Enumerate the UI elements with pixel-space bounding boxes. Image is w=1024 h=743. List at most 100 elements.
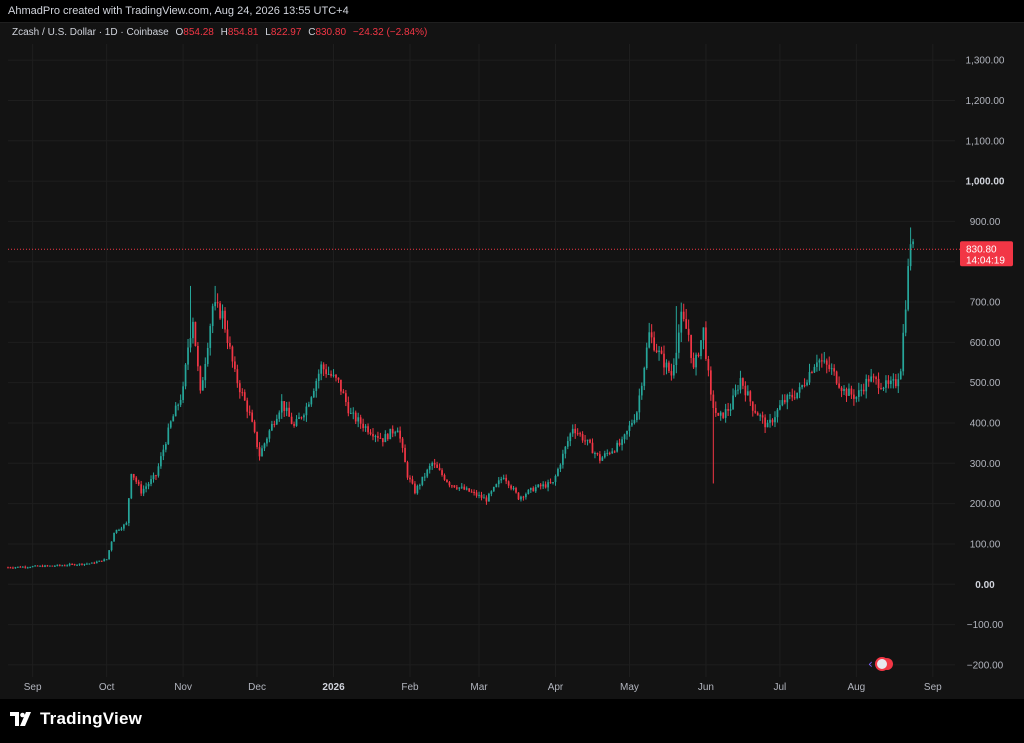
candle [488, 492, 490, 502]
candle [739, 370, 742, 394]
candle [108, 550, 110, 560]
candle [266, 437, 268, 447]
candle [399, 426, 401, 443]
candle [436, 461, 438, 469]
candle [658, 346, 660, 361]
time-axis[interactable]: Sep Oct Nov Dec 2026 Feb Mar Apr May Jun Jul Aug Sep [24, 682, 942, 693]
candle [66, 564, 69, 567]
candle [320, 361, 323, 381]
candle [480, 491, 483, 501]
candle [194, 321, 197, 347]
candle [606, 449, 609, 457]
candle [877, 372, 880, 395]
change-value: −24.32 (−2.84%) [352, 27, 428, 38]
candle [663, 345, 665, 376]
candle [492, 486, 495, 493]
candle [182, 381, 184, 404]
candle [515, 486, 517, 494]
candle [384, 430, 387, 443]
candle [638, 388, 641, 420]
candle [791, 388, 794, 402]
x-tick-label: Dec [248, 682, 266, 693]
candle [246, 397, 249, 419]
candle [808, 363, 811, 385]
candle [268, 429, 271, 443]
candle [280, 394, 283, 419]
candle [206, 342, 209, 367]
candle [179, 394, 182, 408]
candle [169, 420, 172, 429]
candle [68, 562, 71, 567]
x-tick-label: Aug [847, 682, 865, 693]
candle [377, 431, 379, 442]
candle [483, 494, 485, 499]
candle [872, 373, 875, 383]
candle [95, 560, 98, 564]
candle [899, 368, 902, 380]
candle [870, 368, 873, 383]
candle [853, 389, 855, 406]
y-tick-label: 1,100.00 [966, 136, 1005, 147]
low-value: 822.97 [270, 27, 302, 38]
candle [226, 320, 229, 350]
candle [36, 565, 39, 567]
candle [840, 386, 843, 398]
candle [907, 258, 910, 312]
candle [843, 385, 845, 396]
candle [86, 562, 88, 565]
candle [374, 434, 377, 443]
candle [677, 324, 680, 359]
candle [668, 360, 670, 374]
candle [603, 450, 606, 459]
candle [372, 428, 374, 441]
candle [367, 423, 369, 435]
candle [155, 474, 157, 481]
candle [340, 379, 342, 396]
candle [241, 388, 244, 397]
candle [830, 363, 833, 375]
candle [243, 389, 246, 401]
candle [394, 430, 397, 437]
candle [857, 382, 860, 402]
candle [707, 355, 710, 377]
candle [507, 480, 510, 489]
candle [34, 565, 36, 567]
candle [786, 393, 789, 410]
chevron-left-icon[interactable]: ‹ [868, 657, 873, 671]
candle [118, 528, 120, 531]
attribution-bar: AhmadPro created with TradingView.com, A… [0, 0, 1024, 22]
candle [209, 323, 212, 356]
candle [660, 346, 663, 355]
tradingview-logo[interactable]: TradingView [10, 709, 142, 729]
candle [389, 428, 392, 440]
candle [544, 481, 547, 489]
candle [463, 484, 466, 491]
candle [596, 452, 599, 456]
candle [261, 445, 263, 457]
candle [211, 303, 214, 334]
x-tick-label: Jul [774, 682, 787, 693]
candle [751, 401, 754, 417]
candle [727, 402, 729, 416]
candle [623, 433, 626, 444]
candle [712, 390, 715, 484]
candle [278, 410, 281, 422]
candle [364, 424, 367, 432]
candle [71, 563, 73, 565]
candle [631, 419, 633, 427]
candle [559, 463, 562, 473]
candlestick-chart[interactable]: 1,300.001,200.001,100.001,000.00900.0080… [0, 22, 1024, 699]
candle [271, 420, 273, 432]
candle [579, 431, 582, 437]
candle [562, 449, 564, 469]
candle [26, 566, 29, 569]
candle [201, 377, 204, 391]
candle [626, 430, 628, 440]
economic-event-flag-icon[interactable] [875, 657, 889, 671]
candle [468, 488, 471, 493]
candle [63, 564, 66, 567]
event-markers[interactable]: ‹ [868, 657, 893, 671]
candle [431, 461, 434, 470]
candle [811, 370, 813, 374]
price-axis[interactable]: 1,300.001,200.001,100.001,000.00900.0080… [966, 56, 1005, 672]
